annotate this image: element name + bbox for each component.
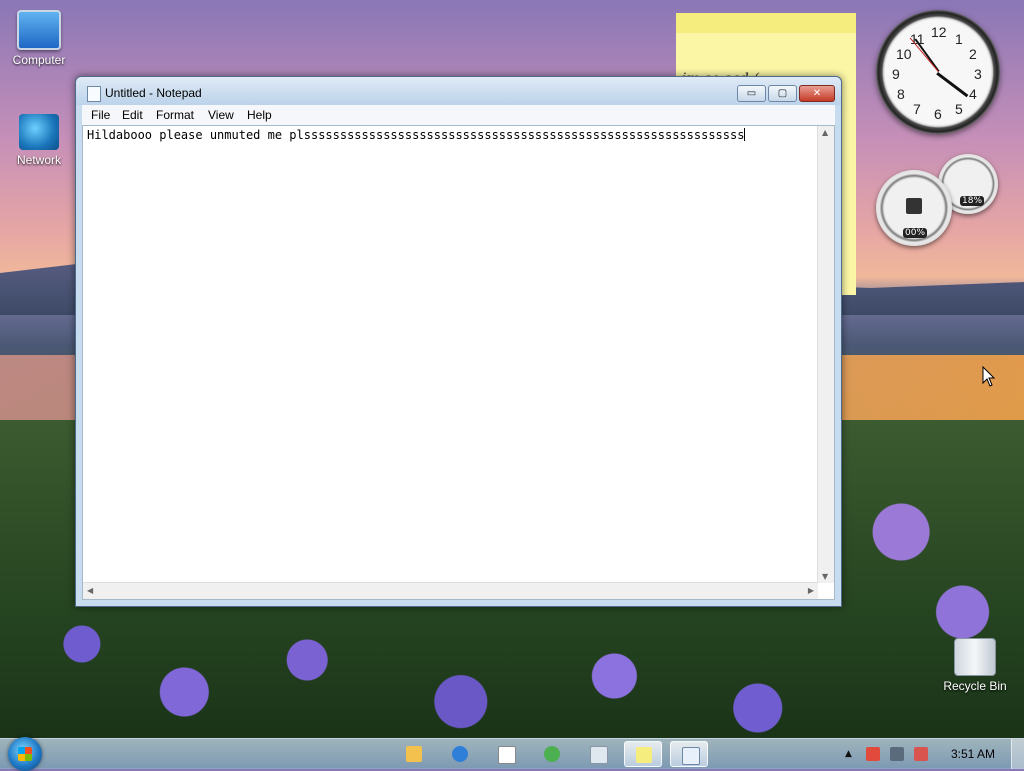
maximize-icon: ▢ bbox=[777, 88, 788, 99]
media-center-icon bbox=[544, 746, 560, 762]
clock-number: 1 bbox=[955, 31, 963, 47]
taskbar-media-center[interactable] bbox=[533, 741, 571, 767]
text-editor[interactable]: Hildabooo please unmuted me plssssssssss… bbox=[82, 125, 835, 600]
clock-gadget[interactable]: 12 1 2 3 4 5 6 7 8 9 10 11 bbox=[876, 10, 1000, 134]
menu-bar: File Edit Format View Help bbox=[82, 105, 835, 125]
menu-file[interactable]: File bbox=[91, 108, 110, 122]
windows-logo-icon bbox=[18, 747, 32, 761]
ie-icon bbox=[452, 746, 468, 762]
desktop-icon-computer[interactable]: Computer bbox=[4, 10, 74, 67]
folder-icon bbox=[406, 746, 422, 762]
desktop-icon-label: Recycle Bin bbox=[943, 679, 1007, 693]
volume-icon[interactable] bbox=[914, 747, 928, 761]
menu-format[interactable]: Format bbox=[156, 108, 194, 122]
notepad-icon bbox=[87, 86, 101, 102]
taskbar-explorer[interactable] bbox=[395, 741, 433, 767]
memory-percent: 18% bbox=[960, 196, 985, 206]
desktop-icon-network[interactable]: Network bbox=[4, 114, 74, 167]
sticky-notes-icon bbox=[636, 747, 652, 763]
scroll-right-icon[interactable]: ▶ bbox=[808, 586, 814, 595]
horizontal-scrollbar[interactable]: ◀ ▶ bbox=[83, 582, 818, 599]
scroll-down-icon[interactable]: ▼ bbox=[822, 572, 828, 581]
window-title: Untitled - Notepad bbox=[105, 86, 202, 100]
menu-help[interactable]: Help bbox=[247, 108, 272, 122]
clock-number: 6 bbox=[934, 106, 942, 122]
taskbar: ▲ 3:51 AM bbox=[0, 737, 1024, 771]
minimize-icon: ▭ bbox=[746, 88, 757, 99]
show-desktop-button[interactable] bbox=[1011, 739, 1024, 769]
clock-number: 9 bbox=[892, 66, 900, 82]
network-icon bbox=[19, 114, 59, 150]
cards-icon bbox=[498, 746, 516, 764]
clock-number: 4 bbox=[969, 86, 977, 102]
scroll-up-icon[interactable]: ▲ bbox=[822, 128, 828, 137]
clock-number: 5 bbox=[955, 101, 963, 117]
cpu-meter[interactable]: 00% bbox=[876, 170, 952, 246]
mouse-cursor bbox=[982, 366, 996, 387]
desktop-icon-label: Network bbox=[16, 153, 61, 167]
maximize-button[interactable]: ▢ bbox=[768, 85, 797, 102]
taskbar-notepad[interactable] bbox=[670, 741, 708, 767]
taskbar-solitaire[interactable] bbox=[487, 741, 525, 767]
clock-number: 10 bbox=[896, 46, 912, 62]
clock-number: 2 bbox=[969, 46, 977, 62]
notepad-icon bbox=[682, 747, 700, 765]
start-button[interactable] bbox=[8, 737, 42, 771]
taskbar-internet-explorer[interactable] bbox=[441, 741, 479, 767]
title-bar[interactable]: Untitled - Notepad ▭ ▢ ✕ bbox=[76, 77, 841, 105]
computer-icon bbox=[17, 10, 61, 50]
menu-edit[interactable]: Edit bbox=[122, 108, 143, 122]
recycle-bin-icon bbox=[954, 638, 996, 676]
desktop-icon-label: Computer bbox=[12, 53, 66, 67]
text-caret bbox=[744, 128, 746, 141]
clock-hour-hand bbox=[936, 72, 969, 98]
minimize-button[interactable]: ▭ bbox=[737, 85, 766, 102]
clock-number: 12 bbox=[931, 24, 947, 40]
action-center-icon[interactable] bbox=[866, 747, 880, 761]
clock-number: 3 bbox=[974, 66, 982, 82]
taskbar-clock[interactable]: 3:51 AM bbox=[951, 747, 995, 761]
cpu-chip-icon bbox=[906, 198, 922, 214]
menu-view[interactable]: View bbox=[208, 108, 234, 122]
scroll-left-icon[interactable]: ◀ bbox=[87, 586, 93, 595]
vertical-scrollbar[interactable]: ▲ ▼ bbox=[817, 126, 834, 583]
editor-text[interactable]: Hildabooo please unmuted me plssssssssss… bbox=[87, 128, 744, 142]
network-icon[interactable] bbox=[890, 747, 904, 761]
cpu-percent: 00% bbox=[903, 228, 928, 238]
show-hidden-icons[interactable]: ▲ bbox=[845, 747, 859, 761]
clock-number: 7 bbox=[913, 101, 921, 117]
close-button[interactable]: ✕ bbox=[799, 85, 835, 102]
notepad-window[interactable]: Untitled - Notepad ▭ ▢ ✕ File Edit Forma… bbox=[75, 76, 842, 607]
taskbar-calculator[interactable] bbox=[579, 741, 617, 767]
desktop-icon-recycle-bin[interactable]: Recycle Bin bbox=[940, 638, 1010, 693]
clock-number: 8 bbox=[897, 86, 905, 102]
calculator-icon bbox=[590, 746, 608, 764]
close-icon: ✕ bbox=[812, 88, 822, 99]
taskbar-sticky-notes[interactable] bbox=[624, 741, 662, 767]
